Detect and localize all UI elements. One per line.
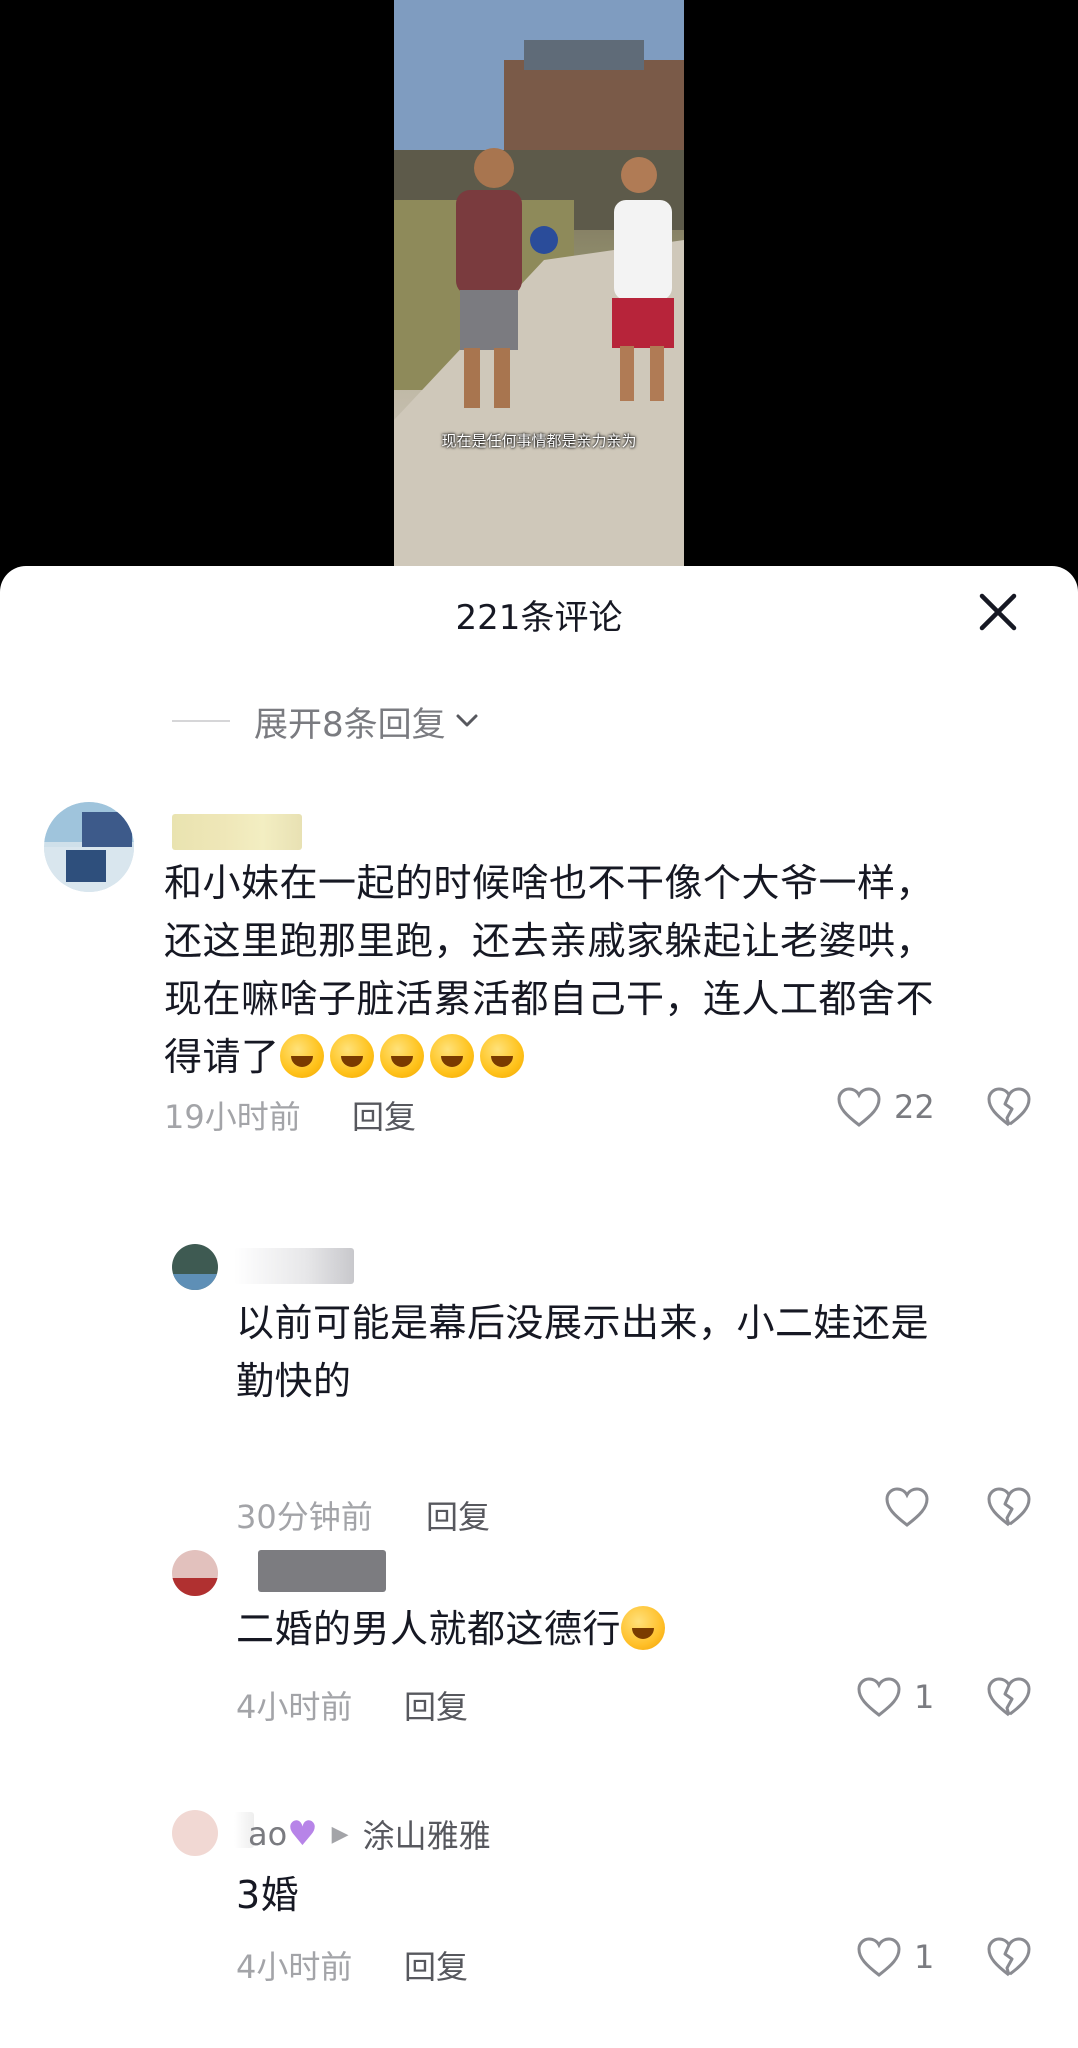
reply-button[interactable]: 回复 [404,1942,468,1988]
reply-button[interactable]: 回复 [426,1492,490,1538]
username-blurred[interactable] [172,814,302,850]
comment-text-line: 现在嘛啥子脏活累活都自己干，连人工都舍不 [164,977,935,1021]
like-count: 1 [914,1938,935,1976]
laughing-emoji-row [279,1034,530,1079]
like-button[interactable]: 22 [836,1086,935,1128]
avatar[interactable] [172,1810,218,1856]
avatar[interactable] [44,802,134,892]
heart-icon [885,1487,929,1527]
username-partial[interactable]: ao [248,1815,287,1853]
reply-to-arrow-icon: ▶ [331,1821,349,1847]
rofl-emoji-icon [279,1034,324,1078]
comment-time: 19小时前 [164,1098,301,1136]
expand-replies-label: 展开8条回复 [254,704,446,745]
reply-text: 二婚的男人就都这德行 [236,1600,1036,1658]
like-count: 1 [914,1678,935,1716]
reply-button[interactable]: 回复 [352,1092,416,1138]
reply-text: 以前可能是幕后没展示出来，小二娃还是 勤快的 [236,1294,1036,1410]
avatar[interactable] [172,1244,218,1290]
comment-text-tail: 得请了 [164,1035,280,1079]
rofl-emoji-icon [329,1034,374,1078]
avatar-image [172,1244,218,1290]
purple-heart-icon: ♥ [287,1814,318,1854]
close-button[interactable] [972,586,1024,638]
video-player[interactable]: 现在是任何事情都是亲力亲为 [394,0,684,566]
expand-replies-button[interactable]: 展开8条回复 [172,696,480,746]
divider-line [172,720,230,722]
reply-text-line: 二婚的男人就都这德行 [236,1607,622,1651]
reply-time: 30分钟前 [236,1498,373,1536]
reply-time: 4小时前 [236,1948,353,1986]
chevron-down-icon [456,714,478,727]
like-button[interactable]: 1 [856,1936,934,1978]
avatar-image [172,1550,218,1596]
avatar[interactable] [172,1550,218,1596]
like-button[interactable] [884,1486,930,1528]
close-icon [979,593,1017,631]
dislike-button[interactable] [986,1086,1032,1132]
dislike-button[interactable] [986,1486,1032,1532]
reply-text: 3婚 [236,1873,300,1917]
reply-button[interactable]: 回复 [404,1682,468,1728]
like-button[interactable]: 1 [856,1676,934,1718]
comment-text-line-last: 得请了 [164,1028,1044,1086]
comment-text-line: 和小妹在一起的时候啥也不干像个大爷一样， [164,861,935,905]
avatar-image [44,802,134,892]
rofl-emoji-icon [479,1034,524,1078]
dislike-button[interactable] [986,1936,1032,1982]
reply-time: 4小时前 [236,1688,353,1726]
reply-to-username[interactable]: 涂山雅雅 [363,1811,491,1857]
reply-text-line: 勤快的 [236,1359,352,1403]
heart-icon [857,1937,901,1977]
reply-header: ao ♥ ▶ 涂山雅雅 [248,1810,491,1858]
broken-heart-icon [987,1087,1031,1127]
rofl-emoji-icon [429,1034,474,1078]
username-blurred[interactable] [234,1248,354,1284]
heart-icon [857,1677,901,1717]
broken-heart-icon [987,1937,1031,1977]
smirk-emoji-icon [621,1606,666,1650]
reply-text-line: 以前可能是幕后没展示出来，小二娃还是 [236,1301,930,1345]
username-blurred[interactable] [258,1550,386,1592]
video-frame-scene [394,0,684,566]
comment-text-line: 还这里跑那里跑，还去亲戚家躲起让老婆哄， [164,919,935,963]
rofl-emoji-icon [379,1034,424,1078]
video-subtitle: 现在是任何事情都是亲力亲为 [441,432,637,450]
comment-text: 和小妹在一起的时候啥也不干像个大爷一样， 还这里跑那里跑，还去亲戚家躲起让老婆哄… [164,854,1044,1086]
broken-heart-icon [987,1677,1031,1717]
broken-heart-icon [987,1487,1031,1527]
like-count: 22 [894,1088,935,1126]
avatar-image [172,1810,218,1856]
comment-count-title: 221条评论 [455,598,623,638]
comment-sheet: 221条评论 展开8条回复 和小妹在一起的时候啥也不干像个大爷一样， 还这里跑那… [0,566,1078,2048]
dislike-button[interactable] [986,1676,1032,1722]
heart-icon [837,1087,881,1127]
